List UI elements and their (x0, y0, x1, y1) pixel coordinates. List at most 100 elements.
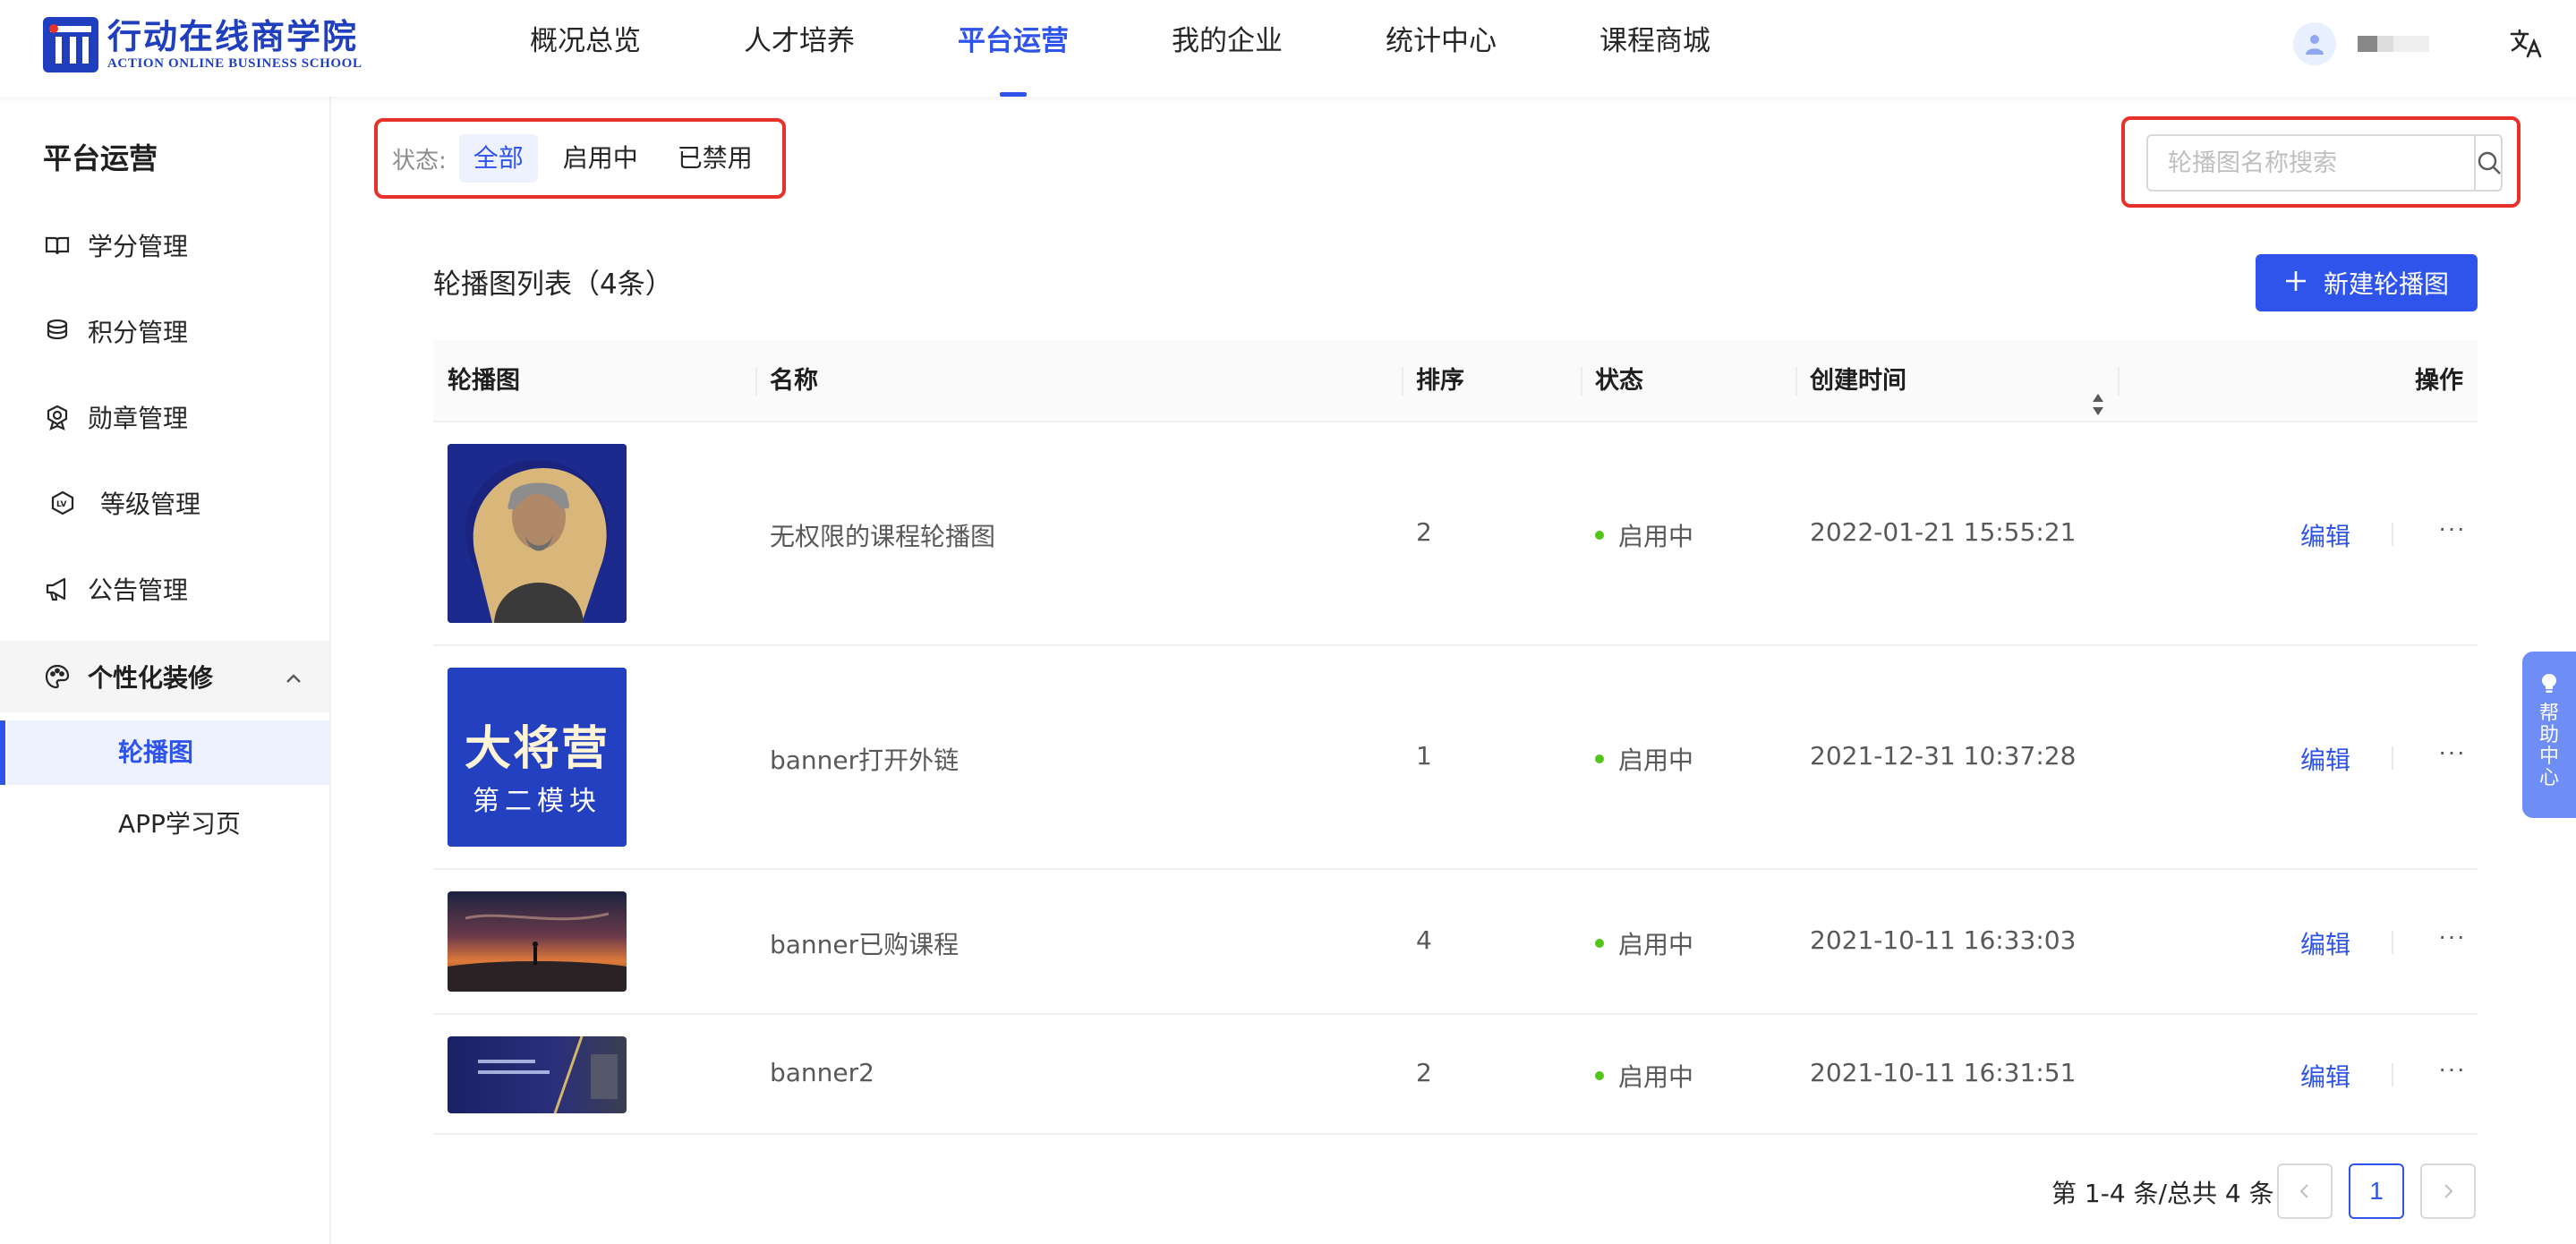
more-actions-icon[interactable]: ··· (2438, 514, 2466, 542)
level-icon: LV (48, 489, 77, 517)
table-row: 无权限的课程轮播图 2 启用中 2022-01-21 15:55:21 编辑 ·… (433, 422, 2478, 646)
username-redacted[interactable] (2358, 36, 2429, 52)
column-header-created[interactable]: 创建时间 (1796, 340, 2118, 422)
status-text: 启用中 (1618, 930, 1694, 959)
list-title: 轮播图列表（4条） (433, 268, 673, 301)
filter-option-disabled[interactable]: 已禁用 (663, 134, 767, 183)
search-field (2146, 134, 2503, 192)
column-header-order: 排序 (1402, 340, 1581, 422)
nav-statistics[interactable]: 统计中心 (1386, 0, 1497, 97)
created-time: 2021-12-31 10:37:28 (1810, 741, 2077, 771)
brand-logo[interactable]: 行动在线商学院 ACTION ONLINE BUSINESS SCHOOL (43, 16, 363, 73)
nav-course-mall[interactable]: 课程商城 (1599, 0, 1710, 97)
lightbulb-icon (2542, 674, 2556, 693)
carousel-table: 轮播图 名称 排序 状态 创建时间 操作 无权限的课程轮播图 2 启用中 202… (433, 340, 2478, 1135)
nav-talent[interactable]: 人才培养 (744, 0, 855, 97)
carousel-order: 2 (1416, 517, 1432, 547)
status-filter-label: 状态: (392, 147, 447, 175)
chevron-right-icon (2444, 1184, 2453, 1198)
sidebar-item-credits[interactable]: 学分管理 (0, 209, 329, 281)
new-carousel-button[interactable]: 新建轮播图 (2256, 254, 2478, 311)
filter-option-enabled[interactable]: 启用中 (549, 134, 653, 183)
new-carousel-label: 新建轮播图 (2323, 269, 2449, 299)
next-page-button[interactable] (2420, 1163, 2476, 1219)
edit-link[interactable]: 编辑 (2300, 517, 2350, 553)
sidebar-item-label: 勋章管理 (88, 404, 189, 433)
top-navigation-bar: 行动在线商学院 ACTION ONLINE BUSINESS SCHOOL 概况… (0, 0, 2576, 97)
carousel-name: banner2 (770, 1058, 874, 1087)
search-icon (2478, 151, 2501, 175)
brand-name-cn: 行动在线商学院 (107, 17, 359, 56)
book-icon (43, 231, 72, 260)
carousel-order: 4 (1416, 925, 1432, 955)
search-input[interactable] (2148, 136, 2474, 190)
help-center-button[interactable]: 帮助中心 (2522, 652, 2576, 818)
sidebar-item-points[interactable]: 积分管理 (0, 295, 329, 367)
more-actions-icon[interactable]: ··· (2438, 1054, 2466, 1083)
edit-link[interactable]: 编辑 (2300, 741, 2350, 777)
created-time: 2022-01-21 15:55:21 (1810, 517, 2077, 547)
page-button-1[interactable]: 1 (2349, 1163, 2404, 1219)
pagination-summary: 第 1-4 条/总共 4 条 (2051, 1179, 2274, 1208)
sidebar-group-label: 个性化装修 (88, 663, 214, 693)
sidebar-item-label: 公告管理 (88, 575, 189, 605)
created-time: 2021-10-11 16:33:03 (1810, 925, 2077, 955)
logo-mark-icon (43, 17, 98, 72)
edit-link[interactable]: 编辑 (2300, 1058, 2350, 1094)
sidebar-item-label: 学分管理 (88, 232, 189, 261)
sidebar-item-label: 积分管理 (88, 318, 189, 347)
thumbnail-title: 大将营 (464, 721, 610, 776)
sidebar-subitem-app-study-page[interactable]: APP学习页 (0, 792, 329, 856)
chevron-left-icon (2299, 1184, 2308, 1198)
status-text: 启用中 (1618, 522, 1694, 551)
action-divider (2392, 523, 2393, 546)
medal-icon (43, 403, 72, 431)
status-text: 启用中 (1618, 746, 1694, 775)
carousel-name: banner打开外链 (770, 746, 960, 775)
sidebar: 平台运营 学分管理 积分管理 勋章管理 LV 等级管理 公告管理 个性化装修 轮… (0, 97, 331, 1244)
status-text: 启用中 (1618, 1062, 1694, 1092)
nav-platform-ops[interactable]: 平台运营 (958, 0, 1069, 97)
search-area (2121, 116, 2521, 208)
carousel-thumbnail[interactable] (448, 444, 627, 623)
palette-icon (43, 662, 72, 691)
status-badge: 启用中 (1581, 741, 1693, 777)
prev-page-button[interactable] (2277, 1163, 2333, 1219)
carousel-thumbnail[interactable] (448, 1036, 627, 1113)
sidebar-item-announcements[interactable]: 公告管理 (0, 553, 329, 625)
sidebar-subitem-carousel[interactable]: 轮播图 (0, 720, 329, 785)
table-row: banner2 2 启用中 2021-10-11 16:31:51 编辑 ··· (433, 1015, 2478, 1135)
sidebar-title: 平台运营 (43, 141, 158, 175)
carousel-name: 无权限的课程轮播图 (770, 522, 996, 551)
search-button[interactable] (2474, 136, 2503, 190)
chevron-up-icon[interactable] (283, 666, 304, 687)
column-header-image: 轮播图 (448, 367, 520, 395)
sidebar-item-levels[interactable]: LV 等级管理 (0, 467, 329, 539)
carousel-name: banner已购课程 (770, 930, 960, 959)
status-dot-icon (1595, 1071, 1604, 1080)
more-actions-icon[interactable]: ··· (2438, 922, 2466, 950)
user-avatar-icon[interactable] (2293, 22, 2336, 65)
column-header-status: 状态 (1581, 340, 1796, 422)
status-badge: 启用中 (1581, 925, 1693, 961)
thumbnail-subtitle: 第二模块 (473, 786, 601, 817)
carousel-order: 1 (1416, 741, 1432, 771)
more-actions-icon[interactable]: ··· (2438, 737, 2466, 766)
edit-link[interactable]: 编辑 (2300, 925, 2350, 961)
action-divider (2392, 746, 2393, 770)
nav-overview[interactable]: 概况总览 (530, 0, 641, 97)
carousel-order: 2 (1416, 1058, 1432, 1087)
sidebar-group-customization[interactable]: 个性化装修 (0, 641, 329, 712)
table-row: 大将营 第二模块 banner打开外链 1 启用中 2021-12-31 10:… (433, 646, 2478, 870)
sidebar-item-medals[interactable]: 勋章管理 (0, 381, 329, 453)
status-dot-icon (1595, 939, 1604, 948)
translate-icon[interactable] (2508, 26, 2544, 62)
carousel-thumbnail[interactable] (448, 891, 627, 992)
filter-option-all[interactable]: 全部 (458, 134, 538, 183)
carousel-thumbnail[interactable]: 大将营 第二模块 (448, 668, 627, 847)
status-dot-icon (1595, 754, 1604, 763)
nav-my-enterprise[interactable]: 我的企业 (1172, 0, 1283, 97)
sort-icon[interactable] (2091, 369, 2105, 415)
status-filter: 状态: 全部 启用中 已禁用 (374, 118, 786, 199)
megaphone-icon (43, 575, 72, 603)
